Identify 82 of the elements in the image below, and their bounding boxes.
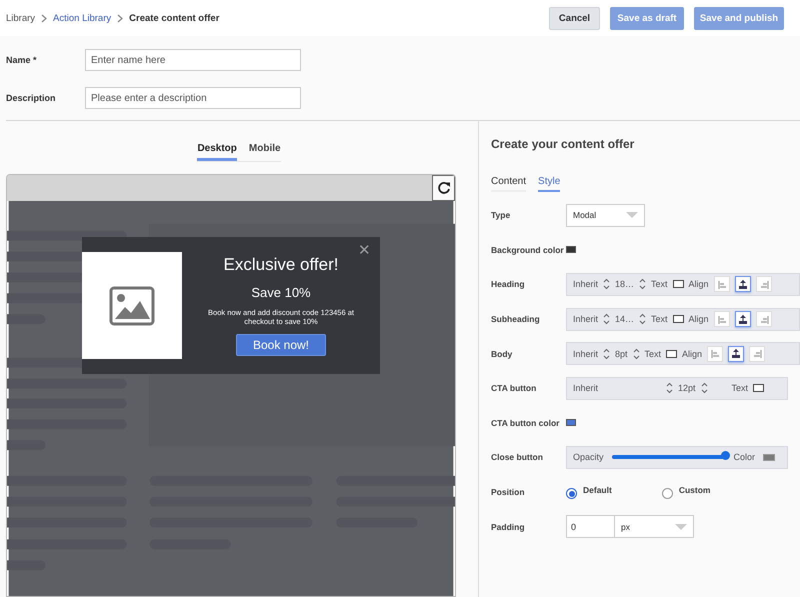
cancel-button[interactable]: Cancel [549, 6, 600, 30]
stepper-icon[interactable] [639, 313, 646, 326]
size-value[interactable]: 12pt [678, 383, 696, 394]
breadcrumb-link[interactable]: Library [6, 12, 36, 24]
font-value[interactable]: Inherit [573, 348, 598, 359]
modal-subheading: Save 10% [251, 285, 311, 300]
chevron-right-icon [41, 14, 48, 22]
radio-label: Custom [678, 485, 710, 496]
align-button[interactable] [734, 276, 751, 292]
breadcrumb-current: Create content offer [129, 12, 220, 24]
size-value[interactable]: 18… [615, 279, 634, 290]
setting-label: Body [491, 348, 514, 359]
input-field[interactable]: Enter name here [85, 49, 301, 71]
font-value[interactable]: Inherit [573, 314, 598, 324]
opacity-label: Opacity [573, 452, 604, 462]
align-label: Align [688, 314, 709, 324]
setting-label: CTA button [491, 383, 538, 394]
text-color-swatch[interactable] [666, 350, 678, 358]
chevron-right-icon [117, 14, 124, 22]
color-swatch[interactable] [566, 246, 576, 254]
stepper-icon[interactable] [603, 348, 610, 360]
stepper-icon[interactable] [603, 313, 610, 326]
image-icon [109, 286, 155, 326]
tab[interactable]: Content [491, 174, 526, 192]
size-value[interactable]: 8pt [615, 348, 628, 359]
slider-thumb[interactable] [720, 451, 730, 460]
unit-dropdown[interactable]: px [615, 515, 694, 538]
setting-label: Close button [491, 452, 544, 462]
align-left-icon [709, 347, 722, 360]
stepper-icon[interactable] [666, 382, 673, 394]
color-swatch[interactable] [763, 454, 776, 461]
font-value[interactable]: Inherit [573, 383, 661, 394]
text-color-label: Text [644, 348, 662, 359]
font-value[interactable]: Inherit [573, 279, 598, 290]
align-center-icon [736, 278, 749, 291]
setting-label: Subheading [491, 314, 541, 324]
align-center-icon [730, 347, 742, 360]
size-value[interactable]: 14… [615, 314, 634, 324]
text-color-swatch[interactable] [672, 315, 684, 324]
setting-label: CTA button color [491, 418, 560, 428]
align-center-icon [736, 312, 749, 326]
radio-button[interactable] [662, 488, 673, 500]
cta-button[interactable]: Book now! [236, 334, 326, 356]
input-field[interactable]: Please enter a description [85, 87, 301, 109]
refresh-button[interactable] [432, 175, 455, 201]
tab[interactable]: Style [538, 174, 560, 192]
text-color-swatch[interactable] [672, 280, 684, 288]
align-button[interactable] [728, 346, 744, 362]
radio-label: Default [583, 485, 612, 496]
device-tab[interactable]: Mobile [248, 141, 281, 161]
text-color-swatch[interactable] [753, 384, 764, 392]
dropdown-arrow-icon [675, 524, 687, 530]
align-button[interactable] [734, 311, 751, 328]
radio-button[interactable] [566, 488, 577, 500]
modal-heading: Exclusive offer! [224, 255, 338, 275]
refresh-icon [436, 181, 450, 195]
color-label: Color [734, 452, 756, 462]
dropdown-arrow-icon [626, 212, 638, 218]
color-swatch[interactable] [566, 419, 576, 426]
field-label: Description [6, 93, 57, 103]
stepper-icon[interactable] [639, 278, 646, 290]
align-label: Align [688, 279, 709, 290]
setting-label: Background color [491, 244, 565, 255]
type-dropdown[interactable]: Modal [566, 204, 645, 227]
setting-label: Heading [491, 279, 526, 290]
text-color-label: Text [732, 383, 748, 394]
stepper-icon[interactable] [632, 348, 640, 360]
text-color-label: Text [651, 279, 668, 290]
setting-label: Padding [491, 522, 526, 532]
align-right-icon [751, 347, 764, 360]
setting-label: Position [491, 487, 526, 498]
text-color-label: Text [651, 314, 668, 324]
breadcrumb-link[interactable]: Action Library [53, 12, 112, 24]
device-tab[interactable]: Desktop [197, 141, 237, 161]
close-button[interactable]: ✕ [358, 243, 371, 258]
stepper-icon[interactable] [700, 382, 708, 394]
panel-title: Create your content offer [491, 137, 636, 151]
align-label: Align [682, 348, 702, 359]
setting-label: Type [491, 210, 512, 220]
stepper-icon[interactable] [603, 278, 610, 290]
padding-input[interactable]: 0 [566, 515, 615, 538]
field-label: Name * [6, 55, 38, 65]
